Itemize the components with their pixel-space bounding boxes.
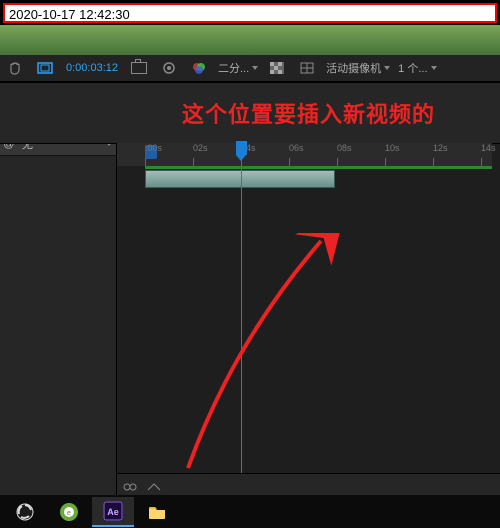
camera-view-dropdown[interactable]: 活动摄像机 [322, 57, 394, 79]
guides-icon[interactable] [296, 57, 318, 79]
chevron-down-icon [252, 66, 258, 70]
snapshot-icon[interactable] [128, 57, 150, 79]
taskbar-app-explorer[interactable] [136, 498, 178, 526]
timeline-area: 父级和链接 @ 无 这个位置要插入新视频的 :00s02s04s06s08s10… [0, 82, 500, 497]
taskbar-app-2[interactable]: e [48, 498, 90, 526]
layer-panel: 父级和链接 @ 无 [0, 83, 117, 497]
show-snapshot-icon[interactable] [158, 57, 180, 79]
timeline-bottom-bar [117, 473, 500, 497]
ruler-tick: 08s [337, 143, 352, 153]
resolution-dropdown[interactable]: 二分... [214, 57, 262, 79]
taskbar-app-ae[interactable]: Ae [92, 497, 134, 527]
hand-icon[interactable] [4, 57, 26, 79]
ruler-tick: 12s [433, 143, 448, 153]
after-effects-window: 0:00:03:12 二分... 活动摄像机 1 个... [0, 55, 500, 495]
ruler-tick: 14s [481, 143, 496, 153]
camera-view-label: 活动摄像机 [326, 60, 381, 76]
svg-text:Ae: Ae [107, 507, 119, 517]
ruler-tick: :00s [145, 143, 162, 153]
views-count-label: 1 个... [398, 60, 427, 76]
windows-taskbar: e Ae [0, 495, 500, 528]
transparency-grid-icon[interactable] [266, 57, 288, 79]
svg-text:e: e [67, 510, 71, 517]
chevron-down-icon [384, 66, 390, 70]
layer-panel-empty [0, 156, 116, 497]
region-icon[interactable] [34, 57, 56, 79]
annotation-text: 这个位置要插入新视频的 [182, 97, 435, 129]
tracks-area[interactable] [117, 166, 492, 474]
zoom-slider-icon[interactable] [147, 479, 161, 493]
taskbar-app-1[interactable] [4, 498, 46, 526]
ruler-tick: 06s [289, 143, 304, 153]
channels-icon[interactable] [188, 57, 210, 79]
annotation-banner: 这个位置要插入新视频的 [117, 83, 500, 144]
playhead[interactable] [241, 143, 242, 474]
work-area-bar[interactable] [145, 166, 492, 169]
ruler-tick: 10s [385, 143, 400, 153]
timecode-display[interactable]: 0:00:03:12 [60, 57, 124, 79]
chevron-down-icon [431, 66, 437, 70]
datetime-bar: 2020-10-17 12:42:30 [3, 3, 497, 23]
toggle-switches-icon[interactable] [123, 479, 137, 493]
playhead-handle[interactable] [236, 141, 247, 155]
resolution-label: 二分... [218, 60, 249, 76]
views-count-dropdown[interactable]: 1 个... [394, 57, 440, 79]
timeline-tracks-panel: 这个位置要插入新视频的 :00s02s04s06s08s10s12s14s [117, 83, 500, 497]
time-ruler[interactable]: :00s02s04s06s08s10s12s14s [117, 143, 492, 167]
comp-toolbar: 0:00:03:12 二分... 活动摄像机 1 个... [0, 55, 500, 82]
video-clip[interactable] [145, 170, 335, 188]
ruler-tick: 02s [193, 143, 208, 153]
